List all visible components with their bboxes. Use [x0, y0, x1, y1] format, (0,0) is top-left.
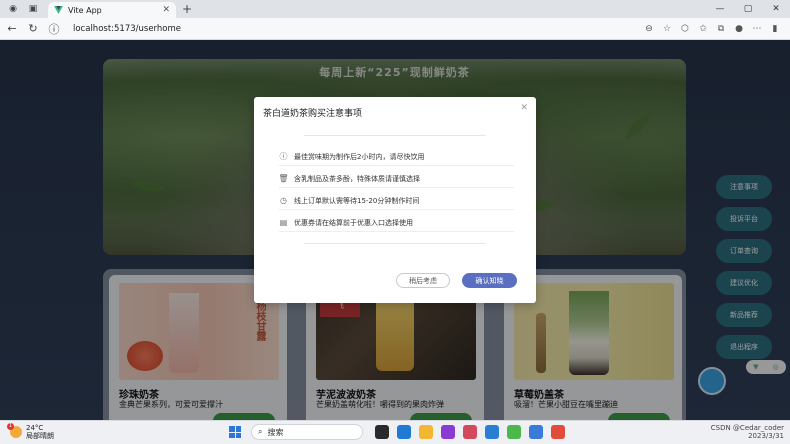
search-label: 搜索 [267, 427, 284, 437]
new-tab-icon[interactable]: + [182, 2, 192, 16]
sidebar-icon[interactable]: ▮ [766, 24, 784, 34]
notice-text: 最佳赏味期为制作后2小时内，请尽快饮用 [294, 152, 425, 161]
info-circle-icon[interactable]: ⓘ [45, 21, 63, 37]
info-icon: ⓘ [279, 152, 288, 161]
address-actions: ⊖ ☆ ⬡ ✩ ⧉ ● ⋯ ▮ [640, 24, 784, 34]
confirm-button[interactable]: 确认知晓 [462, 273, 517, 288]
notice-item: 🗑 含乳制品及茶多酚，特殊体质请谨慎选择 [278, 170, 514, 188]
zoom-icon[interactable]: ⊖ [640, 24, 658, 34]
taskbar-center: ⌕ 搜索 [229, 424, 569, 440]
notification-badge: 1 [7, 423, 14, 430]
weather-widget[interactable]: 1 24°C 局部晴朗 [7, 423, 54, 440]
weather-desc: 局部晴朗 [26, 432, 54, 440]
jetbrains-icon[interactable] [441, 425, 455, 439]
more-icon[interactable]: ⋯ [748, 24, 766, 34]
watermark-text: CSDN @Cedar_coder [710, 424, 784, 432]
notice-text: 线上订单默认需等待15-20分钟制作时间 [294, 196, 420, 205]
favorite-star-icon[interactable]: ☆ [658, 24, 676, 34]
window-controls: — ▢ ✕ [706, 0, 790, 18]
notice-item: ▤ 优惠券请在结算前于优惠入口选择使用 [279, 214, 514, 232]
app-icon[interactable] [463, 425, 477, 439]
account-icon[interactable]: ● [730, 24, 748, 34]
weather-sun-icon: 1 [7, 423, 22, 438]
coupon-icon: ▤ [279, 218, 288, 227]
search-icon: ⌕ [258, 427, 263, 436]
clock-icon: ◷ [280, 196, 287, 205]
notice-dialog: 茶白道奶茶购买注意事项 ✕ ⓘ 最佳赏味期为制作后2小时内，请尽快饮用 🗑 含乳… [254, 97, 536, 303]
divider [304, 243, 486, 244]
trash-icon: 🗑 [278, 174, 289, 183]
tab-title: Vite App [68, 5, 102, 15]
file-explorer-icon[interactable] [419, 425, 433, 439]
pinned-apps [371, 425, 569, 439]
tab-actions-icon[interactable]: ▣ [26, 2, 40, 16]
clock-date[interactable]: 2023/3/31 [711, 432, 784, 440]
vite-logo-icon [54, 6, 63, 14]
maximize-icon[interactable]: ▢ [734, 4, 762, 14]
collections-icon[interactable]: ⧉ [712, 24, 730, 34]
minimize-icon[interactable]: — [706, 4, 734, 14]
close-window-icon[interactable]: ✕ [762, 4, 790, 14]
taskbar: 1 24°C 局部晴朗 ⌕ 搜索 CSDN @Cedar_coder 2023/… [0, 420, 790, 444]
profile-icon[interactable]: ◉ [6, 2, 20, 16]
browser-tab-bar: ◉ ▣ Vite App ✕ + — ▢ ✕ [0, 0, 790, 18]
edge-icon[interactable] [397, 425, 411, 439]
address-bar: ← ↻ ⓘ localhost:5173/userhome ⊖ ☆ ⬡ ✩ ⧉ … [0, 18, 790, 40]
extensions-icon[interactable]: ⬡ [676, 24, 694, 34]
divider [304, 135, 486, 136]
vscode-icon[interactable] [485, 425, 499, 439]
url-field[interactable]: localhost:5173/userhome [73, 24, 640, 34]
wechat-icon[interactable] [507, 425, 521, 439]
notice-item: ◷ 线上订单默认需等待15-20分钟制作时间 [279, 192, 514, 210]
taskbar-search[interactable]: ⌕ 搜索 [251, 424, 363, 440]
later-button[interactable]: 稍后考虑 [396, 273, 450, 288]
notice-text: 优惠券请在结算前于优惠入口选择使用 [294, 218, 413, 227]
notice-item: ⓘ 最佳赏味期为制作后2小时内，请尽快饮用 [279, 148, 514, 166]
weather-text: 24°C 局部晴朗 [26, 424, 54, 440]
browser-tab[interactable]: Vite App ✕ [48, 2, 176, 18]
reload-icon[interactable]: ↻ [24, 22, 42, 35]
close-icon[interactable]: ✕ [520, 103, 528, 113]
dialog-title: 茶白道奶茶购买注意事项 [263, 109, 363, 119]
favorites-icon[interactable]: ✩ [694, 24, 712, 34]
windows-start-icon[interactable] [229, 426, 241, 438]
chrome-icon[interactable] [551, 425, 565, 439]
close-tab-icon[interactable]: ✕ [162, 5, 170, 15]
back-icon[interactable]: ← [3, 22, 21, 35]
weather-temp: 24°C [26, 424, 44, 432]
taskbar-tray: CSDN @Cedar_coder 2023/3/31 [711, 424, 784, 440]
qq-icon[interactable] [529, 425, 543, 439]
notice-text: 含乳制品及茶多酚，特殊体质请谨慎选择 [294, 174, 420, 183]
task-view-icon[interactable] [375, 425, 389, 439]
